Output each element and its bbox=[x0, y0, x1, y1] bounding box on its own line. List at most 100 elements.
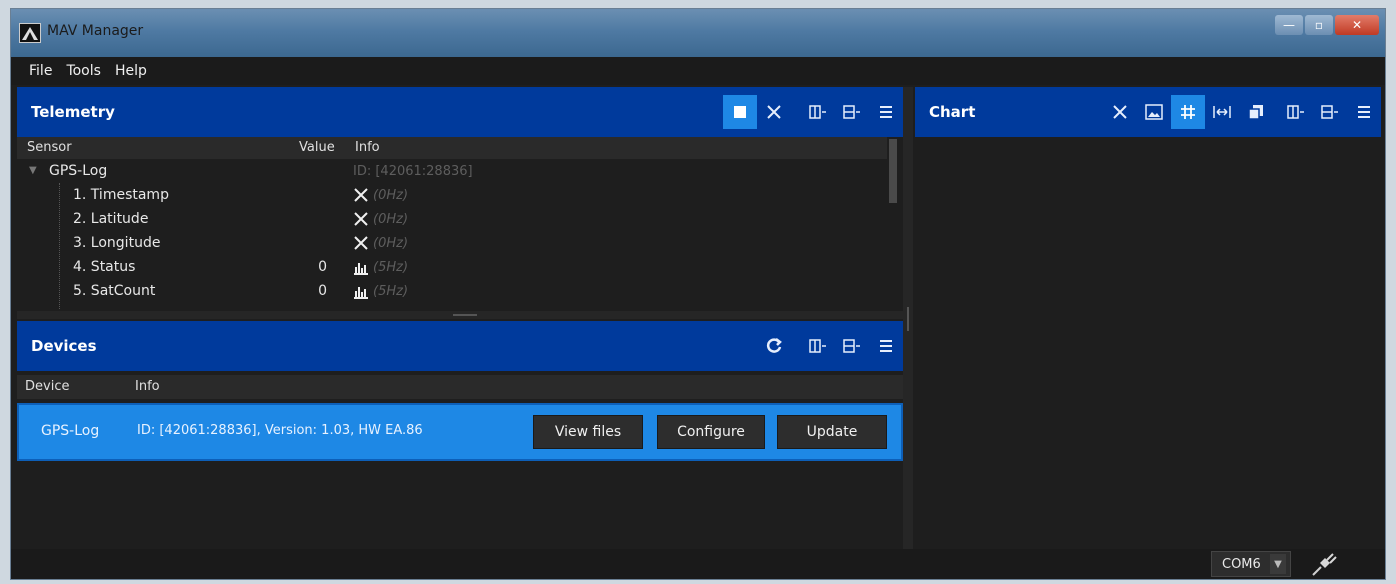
app-logo-icon bbox=[19, 23, 41, 43]
close-window-button[interactable]: ✕ bbox=[1335, 15, 1379, 35]
split-horizontal-icon bbox=[1321, 105, 1338, 119]
device-row[interactable]: GPS-Log ID: [42061:28836], Version: 1.03… bbox=[17, 403, 903, 461]
grid-toggle-button[interactable] bbox=[1171, 95, 1205, 129]
maximize-button[interactable]: ▫ bbox=[1305, 15, 1333, 35]
sensor-value: 0 bbox=[318, 259, 327, 275]
inactive-x-icon bbox=[354, 212, 368, 226]
minimize-button[interactable]: — bbox=[1275, 15, 1303, 35]
window-controls: — ▫ ✕ bbox=[1275, 15, 1379, 35]
sensor-name: 4. Status bbox=[73, 259, 136, 275]
refresh-button[interactable] bbox=[757, 329, 791, 363]
column-value[interactable]: Value bbox=[299, 140, 335, 155]
telemetry-column-headers: Sensor Value Info bbox=[17, 137, 887, 159]
grid-icon bbox=[1181, 105, 1195, 119]
sensor-rate: (0Hz) bbox=[373, 188, 409, 203]
connect-plug-icon[interactable] bbox=[1309, 551, 1339, 577]
telemetry-scrollbar[interactable] bbox=[889, 139, 897, 203]
title-bar: MAV Manager — ▫ ✕ bbox=[11, 9, 1385, 57]
app-window: MAV Manager — ▫ ✕ File Tools Help Teleme… bbox=[10, 8, 1386, 580]
bar-chart-icon[interactable] bbox=[353, 283, 369, 299]
chart-title: Chart bbox=[929, 103, 976, 121]
chart-toolbar bbox=[1103, 87, 1381, 137]
com-port-select[interactable]: COM6 ▼ bbox=[1211, 551, 1291, 577]
copy-button[interactable] bbox=[1239, 95, 1273, 129]
split-vertical-icon bbox=[809, 339, 826, 353]
menu-file[interactable]: File bbox=[29, 63, 52, 79]
split-horizontal-button[interactable] bbox=[835, 329, 869, 363]
com-port-value: COM6 bbox=[1222, 556, 1261, 572]
copy-icon bbox=[1248, 105, 1263, 120]
vertical-splitter[interactable] bbox=[903, 87, 913, 549]
clear-button[interactable] bbox=[757, 95, 791, 129]
devices-title: Devices bbox=[31, 337, 97, 355]
sensor-name: 5. SatCount bbox=[73, 283, 156, 299]
stop-icon bbox=[734, 106, 746, 118]
split-vertical-button[interactable] bbox=[801, 95, 835, 129]
bar-chart-icon[interactable] bbox=[353, 259, 369, 275]
chart-panel-header: Chart bbox=[915, 87, 1381, 137]
sensor-row[interactable]: 3. Longitude (0Hz) bbox=[17, 233, 887, 257]
devices-toolbar bbox=[757, 321, 903, 371]
split-vertical-button[interactable] bbox=[801, 329, 835, 363]
devices-panel-header: Devices bbox=[17, 321, 903, 371]
chevron-down-icon[interactable]: ▼ bbox=[1270, 554, 1286, 574]
hamburger-menu-icon bbox=[880, 340, 892, 352]
tree-group-row[interactable]: ▼ GPS-Log ID: [42061:28836] bbox=[17, 161, 887, 185]
close-chart-button[interactable] bbox=[1103, 95, 1137, 129]
sensor-name: 1. Timestamp bbox=[73, 187, 169, 203]
panel-menu-button[interactable] bbox=[1347, 95, 1381, 129]
split-horizontal-icon bbox=[843, 339, 860, 353]
close-icon bbox=[767, 105, 781, 119]
telemetry-panel-header: Telemetry bbox=[17, 87, 903, 137]
sensor-value: 0 bbox=[318, 283, 327, 299]
inactive-x-icon bbox=[354, 188, 368, 202]
column-info[interactable]: Info bbox=[355, 140, 380, 155]
menu-tools[interactable]: Tools bbox=[66, 63, 101, 79]
fit-width-icon bbox=[1213, 106, 1231, 118]
chart-area[interactable] bbox=[915, 137, 1381, 549]
hamburger-menu-icon bbox=[880, 106, 892, 118]
panel-menu-button[interactable] bbox=[869, 95, 903, 129]
panel-menu-button[interactable] bbox=[869, 329, 903, 363]
column-info[interactable]: Info bbox=[135, 379, 160, 394]
status-bar: COM6 ▼ bbox=[11, 549, 1385, 579]
split-horizontal-button[interactable] bbox=[1313, 95, 1347, 129]
sensor-rate: (5Hz) bbox=[373, 260, 409, 275]
column-sensor[interactable]: Sensor bbox=[27, 140, 72, 155]
telemetry-toolbar bbox=[723, 87, 903, 137]
sensor-row[interactable]: 5. SatCount 0 (5Hz) bbox=[17, 281, 887, 305]
configure-button[interactable]: Configure bbox=[657, 415, 765, 449]
close-icon bbox=[1113, 105, 1127, 119]
menu-bar: File Tools Help bbox=[11, 57, 1385, 85]
inactive-x-icon bbox=[354, 236, 368, 250]
group-info: ID: [42061:28836] bbox=[353, 164, 473, 179]
telemetry-title: Telemetry bbox=[31, 103, 115, 121]
image-button[interactable] bbox=[1137, 95, 1171, 129]
sensor-row[interactable]: 4. Status 0 (5Hz) bbox=[17, 257, 887, 281]
hamburger-menu-icon bbox=[1358, 106, 1370, 118]
splitter-grip bbox=[907, 307, 909, 331]
image-icon bbox=[1145, 104, 1163, 120]
split-vertical-icon bbox=[1287, 105, 1304, 119]
window-title: MAV Manager bbox=[47, 23, 144, 39]
refresh-icon bbox=[766, 338, 782, 353]
devices-column-headers: Device Info bbox=[17, 375, 903, 399]
menu-help[interactable]: Help bbox=[115, 63, 147, 79]
stop-button[interactable] bbox=[723, 95, 757, 129]
sensor-row[interactable]: 2. Latitude (0Hz) bbox=[17, 209, 887, 233]
sensor-name: 2. Latitude bbox=[73, 211, 149, 227]
view-files-button[interactable]: View files bbox=[533, 415, 643, 449]
sensor-rate: (0Hz) bbox=[373, 212, 409, 227]
fit-width-button[interactable] bbox=[1205, 95, 1239, 129]
horizontal-splitter[interactable] bbox=[17, 311, 903, 319]
device-info: ID: [42061:28836], Version: 1.03, HW EA.… bbox=[137, 423, 423, 438]
sensor-row[interactable]: 1. Timestamp (0Hz) bbox=[17, 185, 887, 209]
column-device[interactable]: Device bbox=[25, 379, 69, 394]
update-button[interactable]: Update bbox=[777, 415, 887, 449]
telemetry-tree: Sensor Value Info ▼ GPS-Log ID: [42061:2… bbox=[17, 137, 903, 311]
split-horizontal-button[interactable] bbox=[835, 95, 869, 129]
collapse-arrow-icon[interactable]: ▼ bbox=[29, 165, 37, 176]
sensor-rate: (5Hz) bbox=[373, 284, 409, 299]
split-vertical-icon bbox=[809, 105, 826, 119]
split-vertical-button[interactable] bbox=[1279, 95, 1313, 129]
